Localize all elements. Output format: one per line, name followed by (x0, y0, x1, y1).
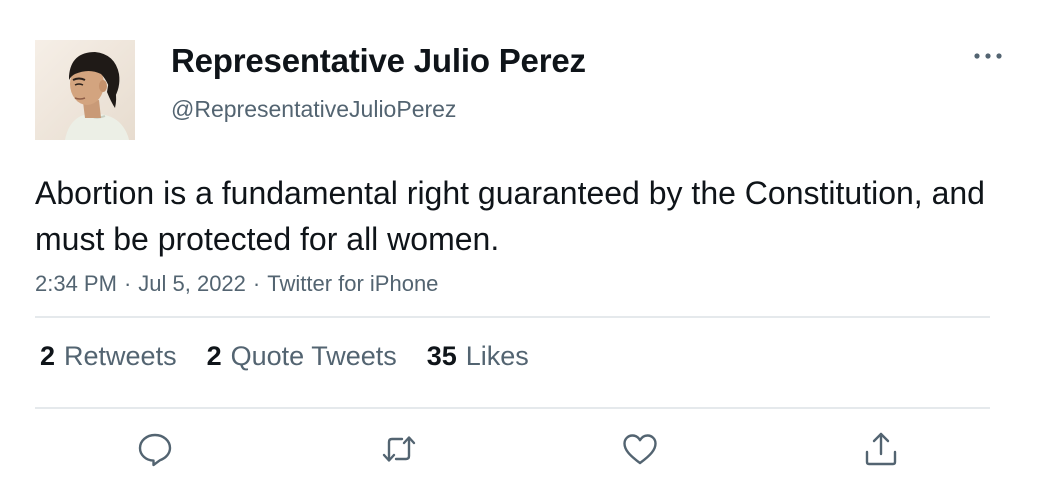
likes-count: 35 (426, 341, 457, 371)
meta-separator: · (123, 271, 132, 296)
quote-tweets-count: 2 (206, 341, 222, 371)
engagement-stats: 2 Retweets 2 Quote Tweets 35 Likes (40, 341, 529, 372)
meta-separator: · (252, 271, 261, 296)
divider (35, 316, 990, 318)
likes-stat[interactable]: 35 Likes (427, 341, 529, 372)
quote-tweets-stat[interactable]: 2 Quote Tweets (207, 341, 397, 372)
retweets-count: 2 (40, 341, 56, 371)
divider (35, 407, 990, 409)
tweet-card: Representative Julio Perez @Representati… (0, 0, 1050, 480)
avatar[interactable] (35, 40, 135, 140)
retweets-stat[interactable]: 2 Retweets (40, 341, 177, 372)
reply-icon[interactable] (136, 430, 174, 468)
author-handle[interactable]: @RepresentativeJulioPerez (171, 96, 456, 123)
share-icon[interactable] (862, 430, 900, 468)
retweets-label: Retweets (64, 341, 177, 371)
tweet-source[interactable]: Twitter for iPhone (267, 271, 438, 296)
heart-icon[interactable] (621, 430, 659, 468)
more-horizontal-icon[interactable] (972, 46, 1004, 66)
likes-label: Likes (465, 341, 529, 371)
tweet-time[interactable]: 2:34 PM (35, 271, 117, 296)
quote-tweets-label: Quote Tweets (230, 341, 397, 371)
retweet-icon[interactable] (380, 430, 418, 468)
author-name[interactable]: Representative Julio Perez (171, 42, 586, 80)
tweet-meta: 2:34 PM · Jul 5, 2022 · Twitter for iPhone (35, 271, 438, 297)
tweet-text: Abortion is a fundamental right guarante… (35, 175, 985, 257)
tweet-date[interactable]: Jul 5, 2022 (138, 271, 246, 296)
